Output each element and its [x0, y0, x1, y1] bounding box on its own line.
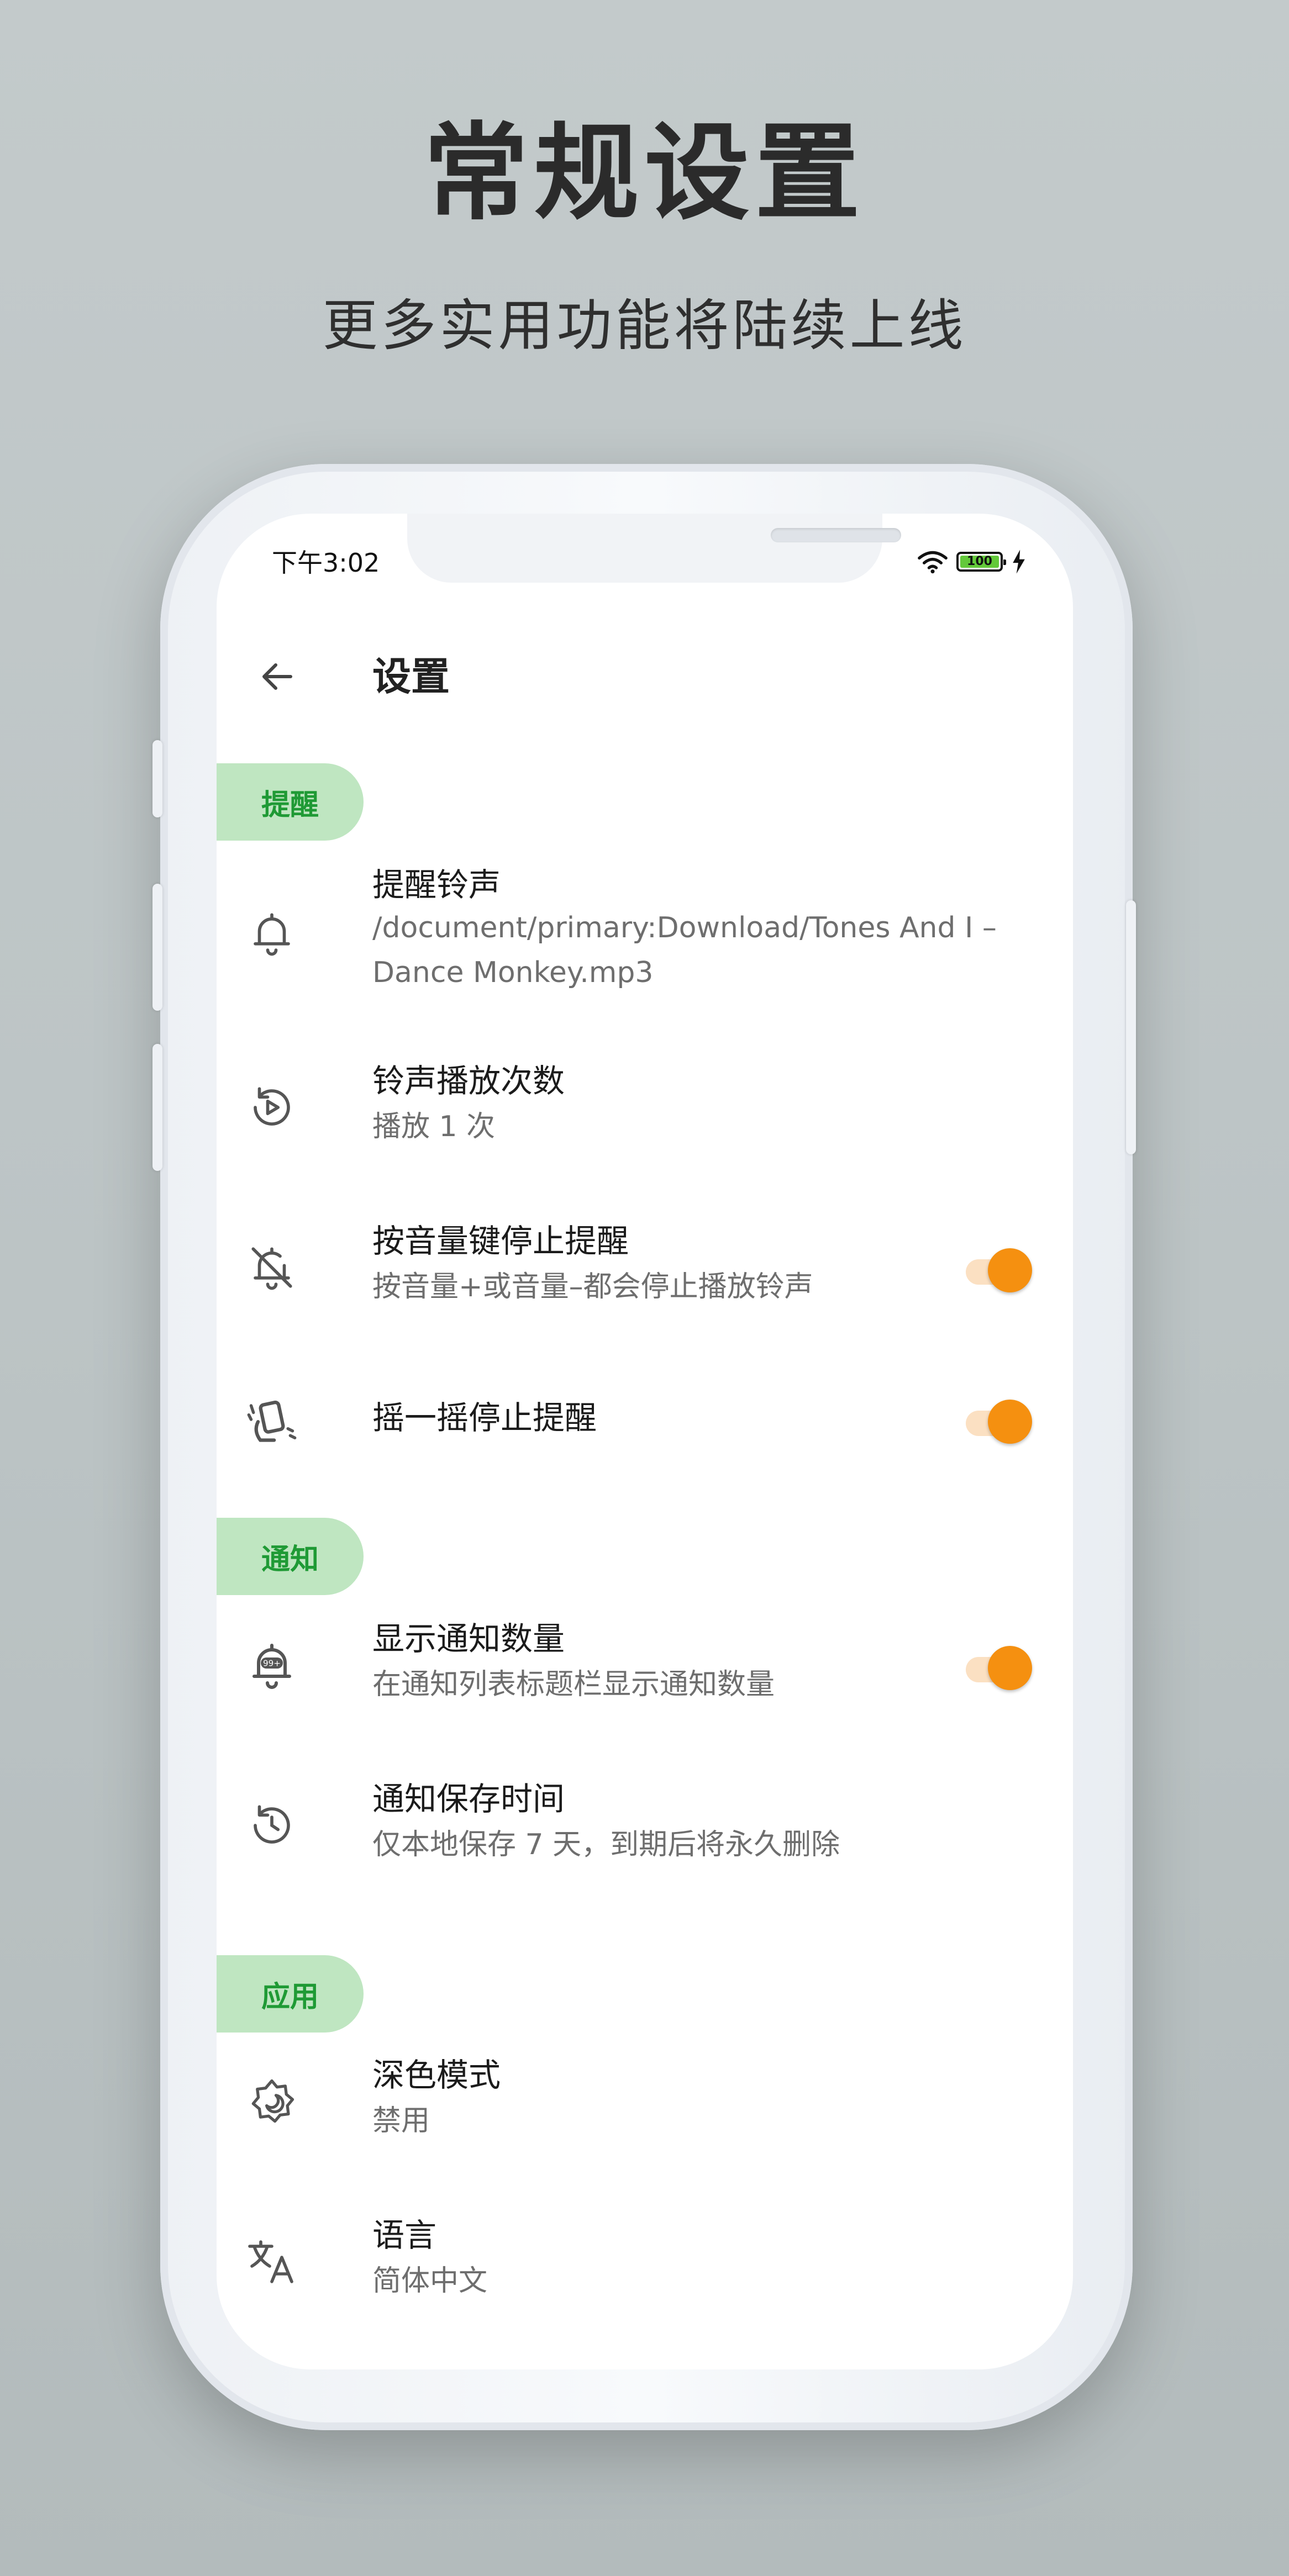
setting-title: 语言	[372, 2216, 437, 2254]
setting-title: 摇一摇停止提醒	[372, 1399, 597, 1437]
bell-off-icon	[239, 1234, 305, 1301]
setting-title: 深色模式	[372, 2056, 501, 2094]
notification-badge-icon: 99+	[239, 1632, 305, 1698]
history-icon	[239, 1792, 305, 1859]
charging-bolt-icon	[1012, 550, 1026, 574]
setting-subtitle: 禁用	[372, 2104, 430, 2137]
status-icons: 100	[918, 548, 1026, 576]
section-header-app: 应用	[217, 1955, 364, 2033]
app-bar: 设置	[217, 630, 1073, 724]
bell-icon	[239, 900, 305, 967]
setting-title: 按音量键停止提醒	[372, 1222, 629, 1260]
hero-subtitle: 更多实用功能将陆续上线	[322, 293, 967, 358]
status-time: 下午3:02	[272, 548, 380, 578]
setting-dark-mode[interactable]: 深色模式 禁用	[217, 2056, 1073, 2165]
setting-subtitle: 简体中文	[372, 2264, 488, 2298]
setting-show-notification-count[interactable]: 99+ 显示通知数量 在通知列表标题栏显示通知数量	[217, 1620, 1073, 1729]
shake-stop-toggle[interactable]	[961, 1394, 1033, 1444]
setting-subtitle: 仅本地保存 7 天，到期后将永久删除	[372, 1828, 840, 1861]
setting-shake-stop[interactable]: 摇一摇停止提醒	[217, 1386, 1073, 1475]
dark-mode-icon	[239, 2068, 305, 2135]
section-header-reminder: 提醒	[217, 763, 364, 841]
section-header-notification: 通知	[217, 1518, 364, 1595]
setting-volume-key-stop[interactable]: 按音量键停止提醒 按音量+或音量–都会停止播放铃声	[217, 1222, 1073, 1331]
hero-title: 常规设置	[423, 112, 866, 234]
setting-subtitle: /document/primary:Download/Tones And I –…	[372, 911, 997, 989]
back-button[interactable]	[250, 649, 305, 704]
setting-language[interactable]: 语言 简体中文	[217, 2216, 1073, 2325]
speaker-grille	[771, 528, 901, 542]
setting-title: 提醒铃声	[372, 866, 501, 904]
setting-title: 显示通知数量	[372, 1620, 565, 1657]
svg-text:99+: 99+	[263, 1659, 281, 1669]
phone-side-button	[152, 884, 162, 1011]
phone-power-button	[1126, 900, 1136, 1154]
setting-title: 铃声播放次数	[372, 1062, 565, 1100]
phone-screen: 下午3:02 100 设置 提醒 提醒铃声 /document/primary:…	[217, 514, 1073, 2369]
setting-subtitle: 在通知列表标题栏显示通知数量	[372, 1668, 775, 1701]
volume-key-stop-toggle[interactable]	[961, 1243, 1033, 1292]
setting-subtitle: 按音量+或音量–都会停止播放铃声	[372, 1270, 813, 1303]
setting-subtitle: 播放 1 次	[372, 1110, 496, 1143]
setting-ringtone[interactable]: 提醒铃声 /document/primary:Download/Tones An…	[217, 866, 1073, 1005]
battery-level: 100	[967, 555, 992, 568]
notification-count-toggle[interactable]	[961, 1640, 1033, 1690]
setting-title: 通知保存时间	[372, 1780, 565, 1818]
battery-icon: 100	[956, 552, 1006, 572]
replay-icon	[239, 1074, 305, 1141]
phone-side-button	[152, 740, 162, 817]
setting-notification-retention[interactable]: 通知保存时间 仅本地保存 7 天，到期后将永久删除	[217, 1780, 1073, 1889]
arrow-left-icon	[257, 657, 297, 696]
phone-side-button	[152, 1044, 162, 1171]
wifi-icon	[918, 550, 948, 574]
notch	[407, 514, 901, 583]
translate-icon	[239, 2229, 305, 2295]
page-title: 设置	[372, 654, 450, 699]
setting-play-count[interactable]: 铃声播放次数 播放 1 次	[217, 1062, 1073, 1171]
shake-phone-icon	[239, 1386, 305, 1453]
